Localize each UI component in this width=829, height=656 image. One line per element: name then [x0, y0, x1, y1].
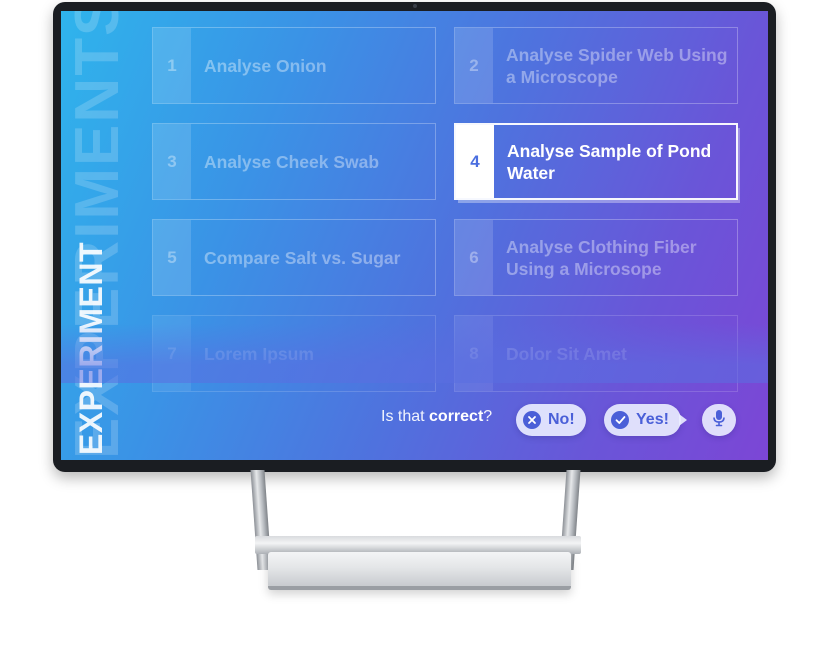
no-button[interactable]: No!: [516, 404, 586, 436]
experiment-number: 7: [153, 316, 191, 391]
experiment-card-4-selected[interactable]: 4 Analyse Sample of Pond Water: [454, 123, 738, 200]
experiment-label: Compare Salt vs. Sugar: [204, 247, 401, 268]
sidebar-title-area: EXPERIMENTS EXPERIMENT: [61, 11, 131, 460]
experiment-number: 4: [456, 125, 494, 198]
confirm-question-bold: correct: [429, 408, 484, 425]
experiment-card-7[interactable]: 7 Lorem Ipsum: [152, 315, 436, 392]
yes-button-label: Yes!: [636, 411, 669, 428]
experiment-label: Dolor Sit Amet: [506, 343, 627, 364]
experiment-card-6[interactable]: 6 Analyse Clothing Fiber Using a Microso…: [454, 219, 738, 296]
close-circle-icon: [523, 411, 541, 429]
microphone-button[interactable]: [702, 404, 736, 436]
experiment-label: Analyse Spider Web Using a Microscope: [506, 44, 728, 87]
experiment-card-2[interactable]: 2 Analyse Spider Web Using a Microscope: [454, 27, 738, 104]
yes-button[interactable]: Yes!: [604, 404, 687, 436]
experiment-card-3[interactable]: 3 Analyse Cheek Swab: [152, 123, 436, 200]
experiment-card-5[interactable]: 5 Compare Salt vs. Sugar: [152, 219, 436, 296]
experiment-label: Analyse Sample of Pond Water: [507, 140, 712, 183]
confirm-question-prefix: Is that: [381, 408, 430, 425]
experiment-number: 2: [455, 28, 493, 103]
check-circle-icon: [611, 411, 629, 429]
experiment-label: Analyse Cheek Swab: [204, 151, 380, 172]
camera-dot: [412, 4, 417, 8]
confirm-question-suffix: ?: [483, 408, 493, 425]
experiment-label: Lorem Ipsum: [204, 343, 314, 364]
experiment-card-1[interactable]: 1 Analyse Onion: [152, 27, 436, 104]
experiment-number: 6: [455, 220, 493, 295]
screen: EXPERIMENTS EXPERIMENT 1 Analyse Onion 2…: [61, 11, 768, 460]
experiment-card-8[interactable]: 8 Dolor Sit Amet: [454, 315, 738, 392]
monitor-base: [268, 552, 571, 590]
experiment-label: Analyse Clothing Fiber Using a Microsope: [506, 236, 697, 279]
experiment-number: 5: [153, 220, 191, 295]
experiment-number: 8: [455, 316, 493, 391]
experiment-number: 3: [153, 124, 191, 199]
experiment-number: 1: [153, 28, 191, 103]
sidebar-title: EXPERIMENT: [73, 241, 109, 455]
experiment-label: Analyse Onion: [204, 55, 327, 76]
confirm-question: Is that correct?: [381, 408, 492, 430]
no-button-label: No!: [548, 411, 575, 428]
microphone-icon: [712, 409, 726, 432]
monitor: EXPERIMENTS EXPERIMENT 1 Analyse Onion 2…: [53, 2, 776, 472]
